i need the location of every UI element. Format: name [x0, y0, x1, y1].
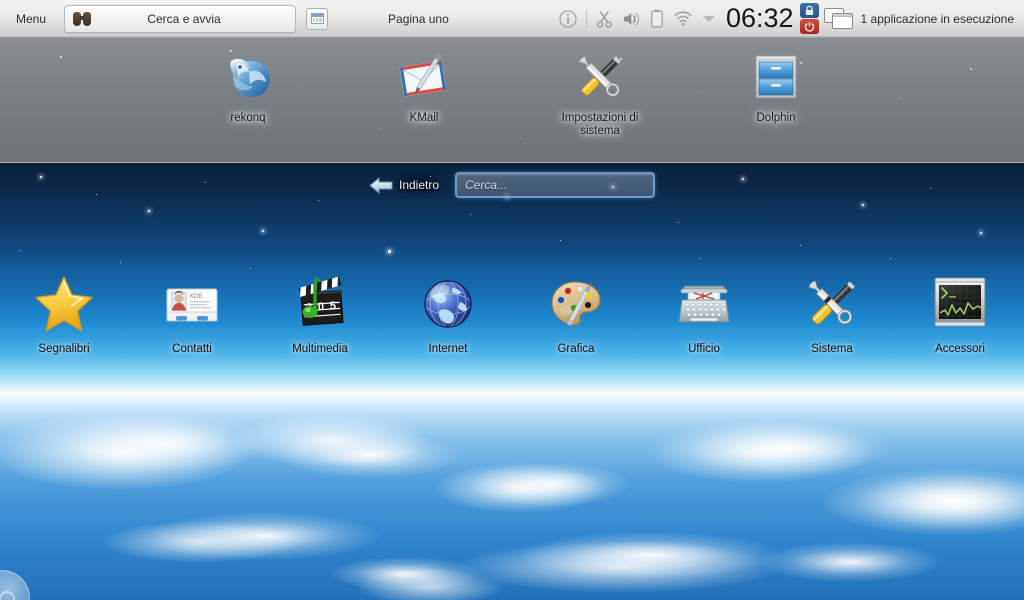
favorites-row: rekonq KMail Impostazioni di sistema Dol… — [0, 38, 1024, 162]
desktop-screen: Menu Cerca e avvia Pagina uno 06:32 1 ap… — [0, 0, 1024, 600]
svg-text:0: 0 — [318, 301, 325, 313]
app-item-ufficio[interactable]: Ufficio — [640, 272, 768, 355]
app-label: Grafica — [557, 343, 595, 355]
tray-expand-chevron-icon[interactable] — [702, 14, 716, 24]
power-shutdown-icon[interactable] — [799, 19, 819, 34]
favorite-rekonq[interactable]: rekonq — [190, 48, 306, 162]
app-item-accessori[interactable]: Accessori — [896, 272, 1024, 355]
system-tray — [559, 9, 722, 28]
page-switcher-icon[interactable] — [306, 7, 329, 30]
digital-clock[interactable]: 06:32 — [726, 3, 794, 34]
favorites-strip: rekonq KMail Impostazioni di sistema Dol… — [0, 38, 1024, 163]
bookmarks-star-icon — [32, 272, 96, 336]
contacts-card-icon: KDE — [160, 272, 224, 336]
favorite-dolphin[interactable]: Dolphin — [718, 48, 834, 162]
clipboard-scissors-icon[interactable] — [596, 10, 613, 28]
graphics-palette-icon — [544, 272, 608, 336]
info-icon[interactable] — [559, 9, 577, 28]
lock-power-widget — [799, 3, 819, 34]
app-label: Multimedia — [292, 343, 348, 355]
navigation-row: Indietro Cerca... — [0, 170, 1024, 200]
internet-globe-icon — [416, 272, 480, 336]
app-label: Segnalibri — [38, 343, 90, 355]
app-label: Contatti — [172, 343, 212, 355]
system-tools-icon — [800, 272, 864, 336]
lock-screen-icon[interactable] — [799, 3, 819, 18]
app-label: Accessori — [935, 343, 985, 355]
app-label: Sistema — [811, 343, 853, 355]
menu-button[interactable]: Menu — [10, 9, 52, 29]
favorite-system-settings[interactable]: Impostazioni di sistema — [542, 48, 658, 162]
search-and-launch-label: Cerca e avvia — [147, 11, 221, 26]
battery-icon[interactable] — [650, 9, 664, 28]
volume-speaker-icon[interactable] — [622, 10, 641, 28]
back-label: Indietro — [398, 178, 440, 192]
application-grid: Segnalibri KDE Contatti 0 5 Multimedia I… — [0, 272, 1024, 397]
binoculars-icon — [73, 11, 92, 26]
search-and-launch-button[interactable]: Cerca e avvia — [64, 4, 297, 33]
task-manager: 1 applicazione in esecuzione — [823, 7, 1024, 30]
office-typewriter-icon — [672, 272, 736, 336]
svg-text:KDE: KDE — [190, 294, 202, 300]
tray-separator — [585, 9, 587, 28]
top-panel: Menu Cerca e avvia Pagina uno 06:32 1 ap… — [0, 0, 1024, 38]
svg-text:5: 5 — [329, 300, 336, 312]
app-label: Ufficio — [688, 343, 720, 355]
app-item-contatti[interactable]: KDE Contatti — [128, 272, 256, 355]
app-item-segnalibri[interactable]: Segnalibri — [0, 272, 128, 355]
favorite-label: KMail — [409, 112, 439, 124]
kmail-envelope-icon — [395, 48, 453, 106]
favorite-kmail[interactable]: KMail — [366, 48, 482, 162]
rekonq-browser-icon — [219, 48, 277, 106]
search-placeholder: Cerca... — [465, 178, 508, 192]
back-button[interactable]: Indietro — [369, 176, 440, 194]
accessories-terminal-icon — [928, 272, 992, 336]
app-item-multimedia[interactable]: 2 0 5 — [256, 272, 384, 355]
favorite-label: Impostazioni di sistema — [561, 112, 639, 137]
wifi-icon[interactable] — [673, 10, 693, 28]
window-task-icon[interactable] — [823, 7, 854, 30]
app-item-internet[interactable]: Internet — [384, 272, 512, 355]
app-item-sistema[interactable]: Sistema — [768, 272, 896, 355]
back-arrow-icon — [369, 176, 393, 194]
dolphin-filemanager-icon — [747, 48, 805, 106]
search-input[interactable]: Cerca... — [455, 172, 656, 198]
favorite-label: Dolphin — [756, 112, 796, 124]
multimedia-clapperboard-icon: 2 0 5 — [288, 272, 352, 336]
wallpaper-earth-surface — [0, 392, 1024, 600]
page-name-label: Pagina uno — [388, 11, 449, 26]
system-settings-tools-icon — [571, 48, 629, 106]
favorite-label: rekonq — [230, 112, 266, 124]
app-item-grafica[interactable]: Grafica — [512, 272, 640, 355]
app-label: Internet — [428, 343, 468, 355]
running-apps-label: 1 applicazione in esecuzione — [860, 11, 1014, 26]
